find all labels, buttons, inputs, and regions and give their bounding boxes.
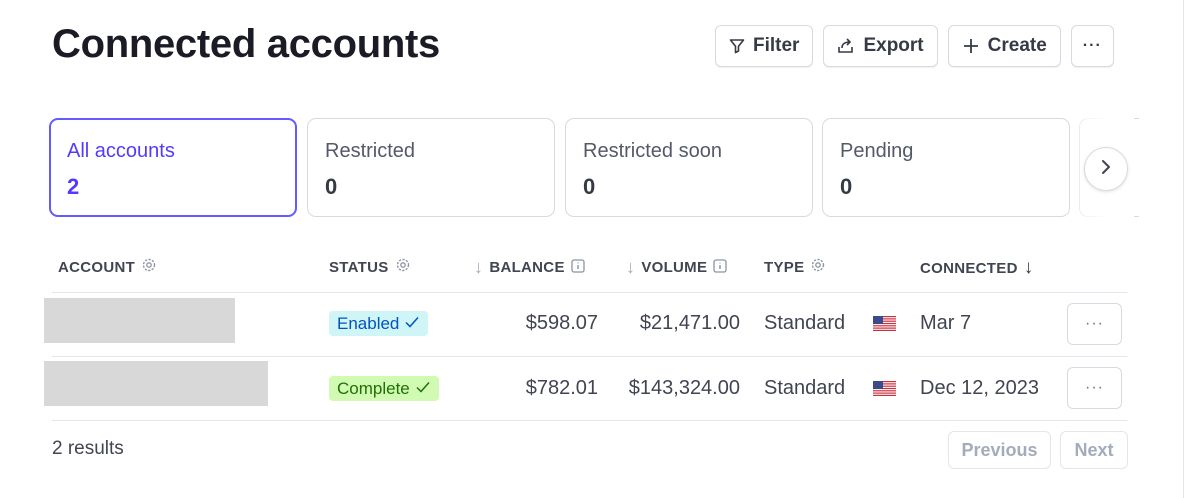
card-all-accounts[interactable]: All accounts 2 [49, 118, 297, 217]
ellipsis-icon: ··· [1082, 37, 1102, 54]
account-name-redacted[interactable] [44, 361, 268, 406]
column-header-label: STATUS [329, 258, 389, 276]
connected-date-cell: Dec 12, 2023 [920, 377, 1039, 399]
type-cell: Standard [764, 377, 846, 399]
sort-arrow-icon: ↓ [474, 257, 484, 277]
checkmark-icon [415, 379, 431, 399]
column-settings-icon[interactable] [810, 257, 826, 277]
ellipsis-icon: ··· [1085, 379, 1104, 396]
column-settings-icon[interactable] [141, 257, 157, 277]
previous-page-button[interactable]: Previous [948, 431, 1051, 469]
column-header-connected[interactable]: CONNECTED ↓ [920, 257, 1034, 279]
info-icon[interactable] [571, 258, 585, 277]
balance-cell: $598.07 [525, 312, 598, 334]
create-button[interactable]: Create [947, 25, 1061, 67]
column-header-label: BALANCE [489, 259, 565, 276]
sort-arrow-icon: ↓ [626, 257, 636, 277]
card-count: 2 [67, 174, 80, 199]
next-page-button[interactable]: Next [1060, 431, 1128, 469]
toolbar: Filter Export Create ··· [715, 25, 1114, 67]
table-header-divider [52, 292, 1127, 293]
plus-icon [962, 37, 980, 55]
card-count: 0 [840, 174, 853, 199]
status-badge-label: Complete [337, 378, 410, 398]
row-divider [52, 420, 1127, 421]
status-badge: Complete [329, 376, 439, 401]
us-flag-icon [873, 381, 896, 396]
volume-cell: $21,471.00 [639, 312, 740, 334]
card-restricted[interactable]: Restricted 0 [307, 118, 555, 217]
card-count: 0 [583, 174, 596, 199]
card-label: Restricted soon [583, 140, 722, 162]
column-header-balance[interactable]: ↓ BALANCE [474, 257, 585, 278]
filter-button[interactable]: Filter [715, 25, 814, 67]
sort-arrow-icon: ↓ [1023, 257, 1034, 278]
column-header-type[interactable]: TYPE [764, 257, 826, 277]
create-button-label: Create [987, 35, 1047, 56]
row-divider [52, 356, 1127, 357]
account-name-redacted[interactable] [44, 298, 235, 343]
row-actions-button[interactable]: ··· [1067, 303, 1122, 345]
more-actions-button[interactable]: ··· [1070, 25, 1114, 67]
card-count: 0 [325, 174, 338, 199]
export-icon [837, 38, 855, 54]
column-header-account[interactable]: ACCOUNT [58, 257, 157, 277]
column-header-status[interactable]: STATUS [329, 257, 411, 277]
card-label: All accounts [67, 140, 175, 162]
card-label: Pending [840, 140, 914, 162]
chevron-right-icon [1100, 159, 1112, 180]
cards-scroll-right-button[interactable] [1084, 147, 1128, 191]
card-pending[interactable]: Pending 0 [822, 118, 1070, 217]
results-count: 2 results [52, 438, 124, 459]
balance-cell: $782.01 [525, 377, 598, 399]
filter-icon [729, 38, 745, 54]
card-restricted-soon[interactable]: Restricted soon 0 [565, 118, 813, 217]
connected-date-cell: Mar 7 [920, 312, 972, 334]
export-button[interactable]: Export [823, 25, 938, 67]
checkmark-icon [404, 314, 420, 334]
status-badge: Enabled [329, 311, 429, 336]
card-label: Restricted [325, 140, 416, 162]
page-title: Connected accounts [52, 22, 440, 66]
volume-cell: $143,324.00 [628, 377, 740, 399]
column-header-label: TYPE [764, 258, 805, 276]
ellipsis-icon: ··· [1085, 315, 1104, 332]
column-header-label: CONNECTED [920, 259, 1018, 277]
info-icon[interactable] [713, 258, 727, 277]
column-header-volume[interactable]: ↓ VOLUME [626, 257, 727, 278]
column-settings-icon[interactable] [395, 257, 411, 277]
page-right-border [1183, 0, 1184, 498]
column-header-label: ACCOUNT [58, 258, 136, 276]
filter-button-label: Filter [753, 35, 800, 56]
row-actions-button[interactable]: ··· [1067, 367, 1122, 409]
export-button-label: Export [863, 35, 924, 56]
type-cell: Standard [764, 312, 846, 334]
column-header-label: VOLUME [641, 259, 708, 276]
us-flag-icon [873, 316, 896, 331]
status-badge-label: Enabled [337, 313, 400, 333]
